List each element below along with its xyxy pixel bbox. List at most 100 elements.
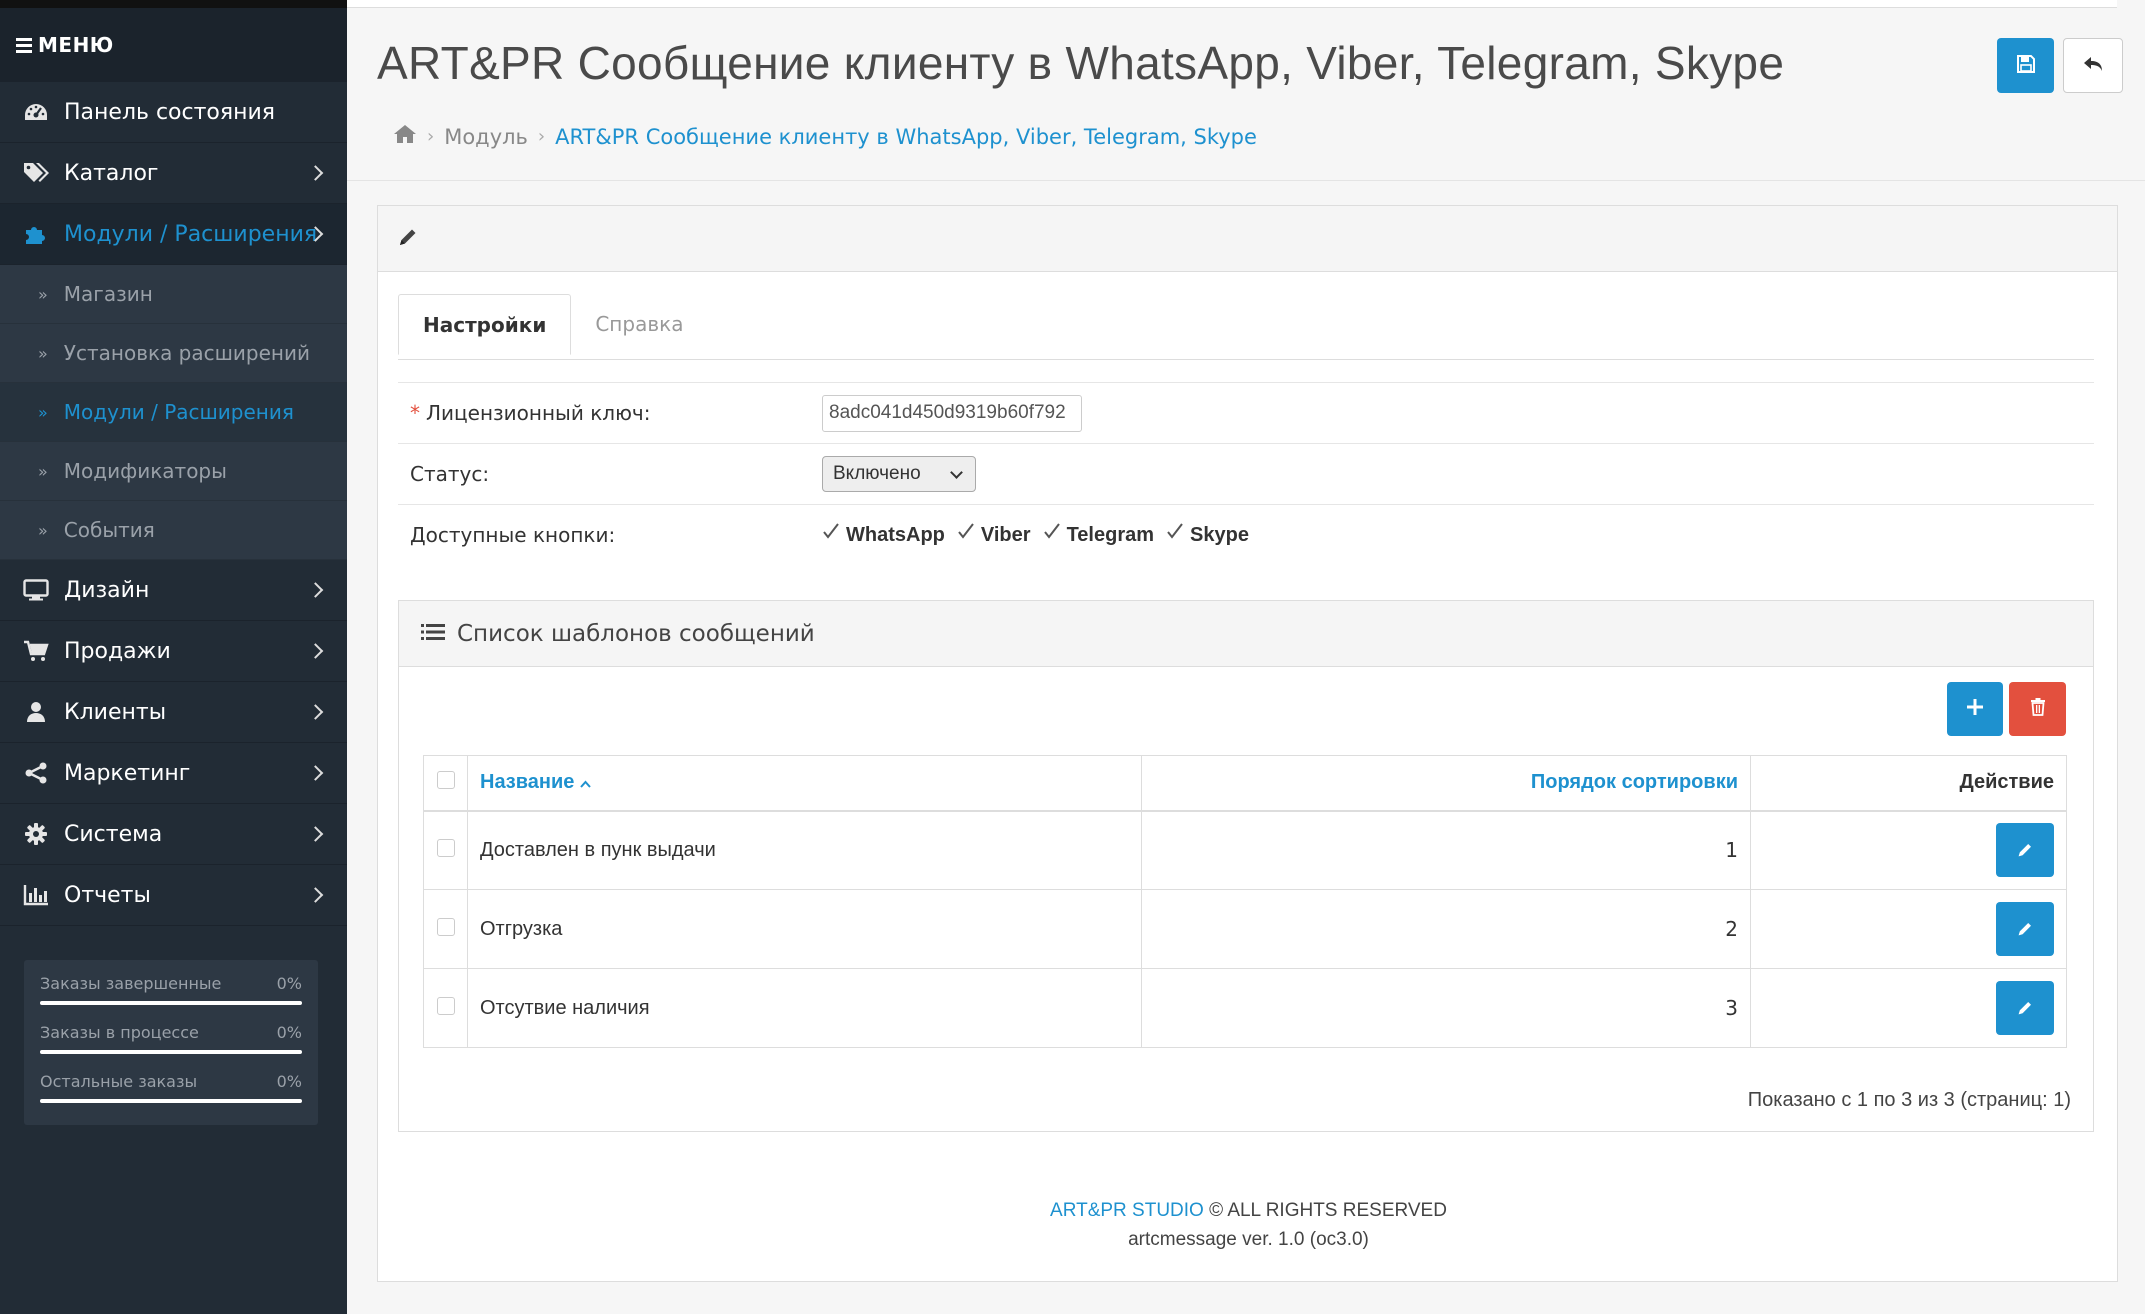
sidebar-subitem-modifications[interactable]: » Модификаторы bbox=[0, 442, 347, 501]
available-buttons-group: WhatsApp Viber Telegram Skype bbox=[822, 523, 1261, 547]
sidebar-subitem-store[interactable]: » Магазин bbox=[0, 265, 347, 324]
sidebar-item-marketing[interactable]: Маркетинг bbox=[0, 743, 347, 804]
stat-other: Остальные заказы 0% bbox=[40, 1072, 302, 1103]
footer-rights: © ALL RIGHTS RESERVED bbox=[1203, 1200, 1447, 1221]
sidebar-subitem-events[interactable]: » События bbox=[0, 501, 347, 560]
checkbox-viber[interactable]: Viber bbox=[957, 523, 1031, 547]
checkmark-icon bbox=[1043, 523, 1060, 539]
edit-button[interactable] bbox=[1996, 902, 2054, 956]
page-title: ART&PR Сообщение клиенту в WhatsApp, Vib… bbox=[377, 37, 1785, 89]
status-select[interactable]: Включено bbox=[822, 456, 976, 492]
row-name: Доставлен в пунк выдачи bbox=[467, 810, 1142, 890]
chevron-right-icon bbox=[307, 887, 324, 903]
row-sort-order: 3 bbox=[1141, 968, 1751, 1048]
edit-button[interactable] bbox=[1996, 981, 2054, 1035]
row-checkbox[interactable] bbox=[436, 839, 455, 858]
buttons-label: Доступные кнопки: bbox=[410, 523, 616, 547]
column-sort-header[interactable]: Порядок сортировки bbox=[1141, 755, 1751, 812]
desktop-icon bbox=[22, 579, 50, 601]
checkbox-label: Telegram bbox=[1066, 523, 1155, 546]
row-check-cell bbox=[423, 810, 468, 890]
footer-version: artcmessage ver. 1.0 (oc3.0) bbox=[1128, 1229, 1369, 1250]
delete-template-button[interactable] bbox=[2009, 682, 2066, 736]
stat-progress-bar bbox=[40, 1099, 302, 1103]
gear-icon bbox=[22, 823, 50, 845]
top-bar bbox=[347, 0, 2117, 8]
sidebar-item-extensions[interactable]: Модули / Расширения bbox=[0, 204, 347, 265]
sidebar-item-catalog[interactable]: Каталог bbox=[0, 143, 347, 204]
pencil-icon bbox=[398, 227, 418, 251]
row-checkbox[interactable] bbox=[436, 918, 455, 936]
checkmark-icon bbox=[823, 523, 839, 539]
pencil-icon bbox=[2018, 844, 2031, 857]
menu-label: МЕНЮ bbox=[38, 33, 114, 57]
order-stats: Заказы завершенные 0% Заказы в процессе 0%… bbox=[24, 960, 318, 1125]
header-divider bbox=[347, 180, 2145, 181]
sidebar-subitem-extensions[interactable]: » Модули / Расширения bbox=[0, 383, 347, 442]
tabs: Настройки Справка bbox=[398, 294, 2094, 360]
templates-title: Список шаблонов сообщений bbox=[457, 620, 815, 647]
column-name-header[interactable]: Название bbox=[467, 755, 1142, 812]
license-label: * Лицензионный ключ: bbox=[398, 401, 822, 425]
stat-value: 0% bbox=[276, 974, 302, 993]
chevron-right-icon bbox=[307, 165, 324, 181]
row-sort-order: 2 bbox=[1141, 889, 1751, 969]
sidebar-subitem-label: Модификаторы bbox=[63, 459, 227, 483]
table-row: Отсутвие наличия 3 bbox=[423, 968, 2067, 1048]
add-template-button[interactable] bbox=[1947, 682, 2003, 736]
row-checkbox[interactable] bbox=[436, 997, 455, 1015]
select-all-cell bbox=[423, 755, 468, 812]
stat-processing: Заказы в процессе 0% bbox=[40, 1023, 302, 1054]
chevron-right-icon bbox=[307, 643, 324, 659]
sidebar-item-dashboard[interactable]: Панель состояния bbox=[0, 82, 347, 143]
panel-heading bbox=[378, 206, 2117, 272]
sidebar-item-customers[interactable]: Клиенты bbox=[0, 682, 347, 743]
column-action-header: Действие bbox=[1750, 755, 2067, 812]
chevron-right-icon bbox=[307, 582, 324, 598]
stat-progress-bar bbox=[40, 1050, 302, 1054]
sidebar-subitem-installer[interactable]: » Установка расширений bbox=[0, 324, 347, 383]
license-key-input[interactable]: 8adc041d450d9319b60f792 bbox=[822, 394, 1082, 432]
sidebar-item-reports[interactable]: Отчеты bbox=[0, 865, 347, 926]
dashboard-icon bbox=[22, 101, 50, 123]
pagination-info: Показано с 1 по 3 из 3 (страниц: 1) bbox=[1747, 1089, 2071, 1111]
edit-button[interactable] bbox=[1996, 823, 2054, 878]
back-button[interactable] bbox=[2063, 38, 2123, 93]
studio-link[interactable]: ART&PR STUDIO bbox=[1050, 1200, 1204, 1221]
checkbox-whatsapp[interactable]: WhatsApp bbox=[822, 523, 945, 547]
pencil-icon bbox=[2018, 923, 2031, 936]
sidebar-item-design[interactable]: Дизайн bbox=[0, 560, 347, 621]
user-icon bbox=[22, 701, 50, 723]
sidebar-item-label: Система bbox=[64, 821, 163, 847]
stat-completed: Заказы завершенные 0% bbox=[40, 974, 302, 1005]
sidebar-item-system[interactable]: Система bbox=[0, 804, 347, 865]
bar-chart-icon bbox=[22, 884, 50, 906]
tab-help[interactable]: Справка bbox=[571, 294, 707, 354]
sidebar-item-label: Продажи bbox=[64, 638, 171, 664]
sidebar-item-label: Клиенты bbox=[64, 699, 167, 725]
sidebar: МЕНЮ Панель состояния Каталог Модули / Р… bbox=[0, 0, 347, 1314]
share-icon bbox=[22, 762, 50, 784]
hamburger-icon bbox=[16, 35, 32, 56]
save-button[interactable] bbox=[1997, 38, 2054, 93]
breadcrumb-current[interactable]: ART&PR Сообщение клиенту в WhatsApp, Vib… bbox=[555, 125, 1257, 149]
sidebar-item-sales[interactable]: Продажи bbox=[0, 621, 347, 682]
menu-toggle[interactable]: МЕНЮ bbox=[0, 0, 347, 82]
checkbox-telegram[interactable]: Telegram bbox=[1043, 523, 1155, 547]
breadcrumb-module[interactable]: Модуль bbox=[444, 125, 528, 149]
status-select-value: Включено bbox=[833, 463, 921, 484]
tab-settings[interactable]: Настройки bbox=[398, 294, 572, 355]
checkmark-icon bbox=[1167, 523, 1183, 539]
home-icon[interactable] bbox=[393, 124, 417, 149]
breadcrumb-separator: › bbox=[537, 126, 546, 147]
stat-value: 0% bbox=[276, 1072, 302, 1091]
chevron-right-icon bbox=[307, 704, 324, 720]
checkbox-skype[interactable]: Skype bbox=[1166, 523, 1249, 547]
form-row-status: Статус: Включено bbox=[398, 443, 2094, 504]
select-all-checkbox[interactable] bbox=[436, 770, 455, 789]
templates-heading: Список шаблонов сообщений bbox=[399, 601, 2093, 667]
chevron-right-icon bbox=[307, 765, 324, 781]
footer: ART&PR STUDIO © ALL RIGHTS RESERVED artc… bbox=[378, 1196, 2119, 1254]
sort-asc-icon bbox=[580, 771, 591, 793]
row-check-cell bbox=[423, 968, 468, 1048]
